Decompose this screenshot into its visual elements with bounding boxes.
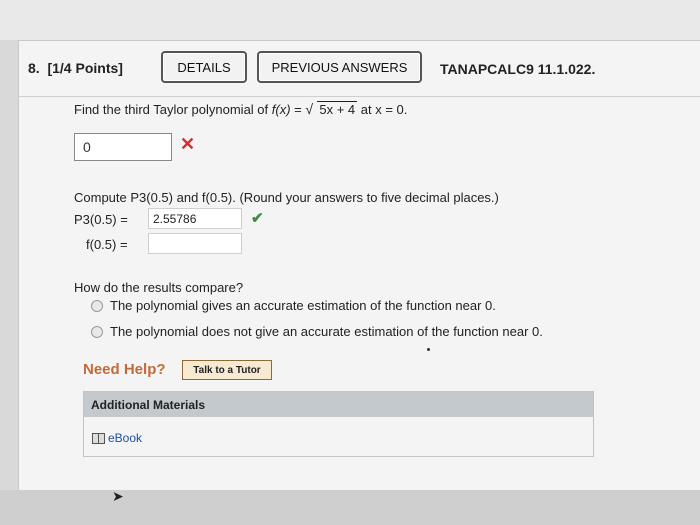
option-label: The polynomial does not give an accurate… (110, 324, 543, 339)
question-header: 8. [1/4 Points] (28, 60, 123, 76)
prompt-tail: at x = 0. (357, 102, 408, 117)
stray-dot (427, 348, 430, 351)
header-divider (18, 96, 700, 97)
mouse-cursor-icon: ➤ (112, 488, 124, 504)
p3-label: P3(0.5) = (74, 212, 128, 227)
question-prompt: Find the third Taylor polynomial of f(x)… (74, 101, 408, 117)
x-mark-icon: ✕ (180, 134, 196, 154)
question-points: [1/4 Points] (47, 60, 123, 76)
check-icon: ✔ (251, 210, 264, 227)
f-label: f(0.5) = (86, 237, 128, 252)
p3-answer-input[interactable]: 2.55786 (148, 208, 242, 229)
materials-heading: Additional Materials (84, 392, 593, 417)
sqrt-expression: √ 5x + 4 (305, 101, 358, 117)
additional-materials-box: Additional Materials eBook (83, 391, 594, 457)
compute-instructions: Compute P3(0.5) and f(0.5). (Round your … (74, 190, 499, 205)
polynomial-answer-input[interactable]: 0 (74, 133, 172, 161)
sqrt-argument: 5x + 4 (317, 101, 358, 117)
ebook-label[interactable]: eBook (108, 431, 142, 445)
radio-button[interactable] (91, 325, 103, 338)
details-button[interactable]: DETAILS (161, 51, 247, 83)
top-strip (0, 0, 700, 40)
prompt-lead: Find the third Taylor polynomial of (74, 102, 272, 117)
option-not-accurate[interactable]: The polynomial does not give an accurate… (91, 324, 543, 339)
f-answer-input[interactable] (148, 233, 242, 254)
question-source-id: TANAPCALC9 11.1.022. (440, 61, 596, 77)
previous-answers-button[interactable]: PREVIOUS ANSWERS (257, 51, 422, 83)
ebook-link[interactable]: eBook (92, 431, 142, 445)
sqrt-icon: √ (305, 101, 314, 117)
talk-to-tutor-button[interactable]: Talk to a Tutor (182, 360, 272, 380)
book-icon (92, 432, 105, 444)
prompt-equals: = (290, 102, 306, 117)
compare-question: How do the results compare? (74, 280, 244, 295)
question-number: 8. (28, 60, 40, 76)
prompt-function: f(x) (271, 102, 291, 117)
radio-button[interactable] (91, 299, 103, 312)
option-accurate[interactable]: The polynomial gives an accurate estimat… (91, 298, 496, 313)
bottom-strip (0, 490, 700, 525)
need-help-label: Need Help? (83, 361, 166, 378)
option-label: The polynomial gives an accurate estimat… (110, 298, 496, 313)
